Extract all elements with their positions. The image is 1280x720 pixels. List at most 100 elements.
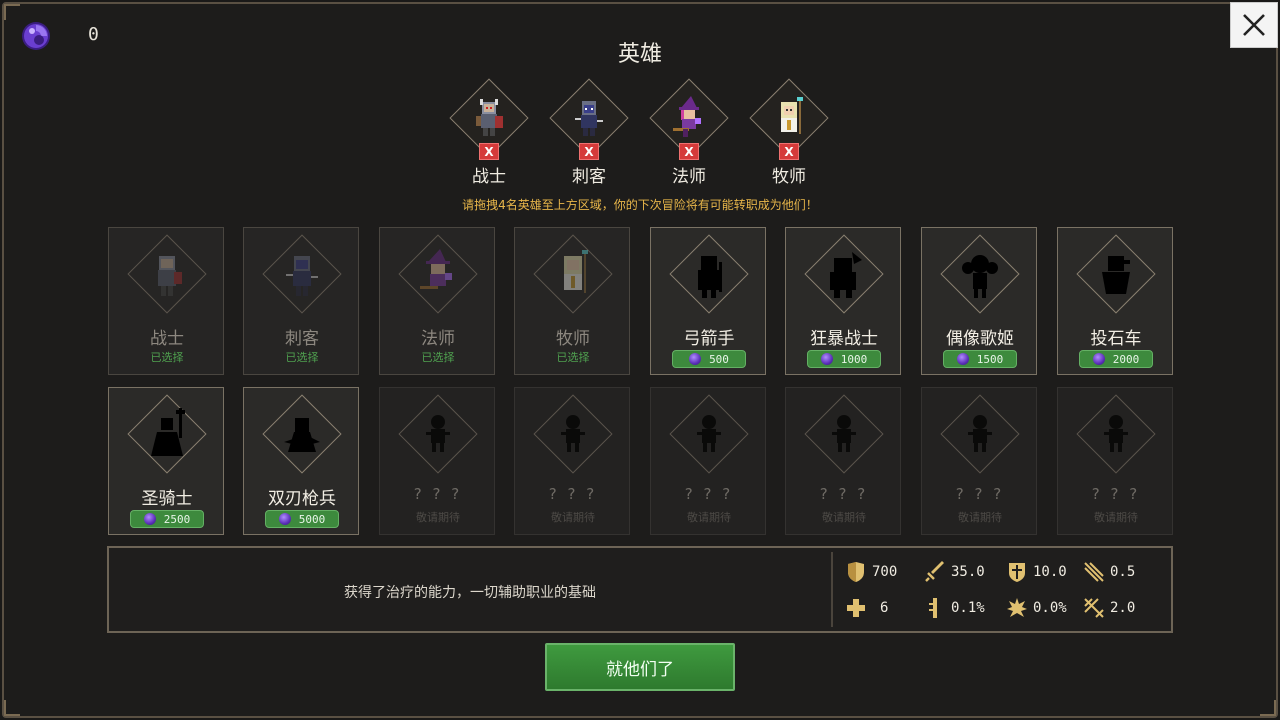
hero-status: 已选择 <box>285 351 319 364</box>
price-value: 500 <box>709 352 729 366</box>
dodge-icon <box>1007 598 1027 617</box>
close-icon <box>1243 14 1265 36</box>
priest-sprite-icon <box>781 97 803 134</box>
hero-card[interactable]: 战士 已选择 <box>108 227 224 375</box>
hero-silhouette-icon <box>830 252 862 298</box>
hero-name: ? ? ? <box>684 485 734 503</box>
hero-name: ? ? ? <box>413 485 463 503</box>
buy-button[interactable]: 1500 <box>943 350 1017 368</box>
stat-armor: 10.0 <box>1005 560 1067 584</box>
hero-name: 法师 <box>421 329 455 349</box>
remove-hero-button[interactable]: X <box>579 143 599 160</box>
hero-silhouette-icon <box>1102 256 1130 294</box>
hero-status: 已选择 <box>556 351 590 364</box>
price-value: 2500 <box>163 512 191 526</box>
hero-card[interactable]: 牧师 已选择 <box>514 227 630 375</box>
mage-sprite-icon <box>420 249 452 289</box>
purple-gem-icon <box>956 353 969 365</box>
hero-name: ? ? ? <box>1091 485 1141 503</box>
hero-name: 圣骑士 <box>141 489 193 509</box>
hero-status: 敬请期待 <box>687 511 731 524</box>
hero-name: 投石车 <box>1090 329 1142 349</box>
hero-name: ? ? ? <box>955 485 1005 503</box>
hero-name: ? ? ? <box>819 485 869 503</box>
buy-button[interactable]: 500 <box>672 350 746 368</box>
frame-corner <box>4 4 20 20</box>
hero-name: 狂暴战士 <box>810 329 878 349</box>
hero-card[interactable]: ? ? ? 敬请期待 <box>1057 387 1173 535</box>
price-value: 1500 <box>976 352 1004 366</box>
hero-card[interactable]: 狂暴战士 1000 <box>785 227 901 375</box>
price-value: 5000 <box>298 512 326 526</box>
hero-status: 已选择 <box>150 351 184 364</box>
hero-status: 敬请期待 <box>416 511 460 524</box>
purple-gem-icon <box>820 353 833 365</box>
hero-card[interactable]: ? ? ? 敬请期待 <box>650 387 766 535</box>
hero-silhouette-icon <box>151 408 185 456</box>
hero-name: 偶像歌姬 <box>946 329 1014 349</box>
hero-card[interactable]: 弓箭手 500 <box>650 227 766 375</box>
price-value: 1000 <box>840 352 868 366</box>
stat-value: 700 <box>872 564 898 580</box>
drag-hint-text: 请拖拽4名英雄至上方区域，你的下次冒险将有可能转职成为他们！ <box>462 198 818 212</box>
locked-hero-silhouette-icon <box>832 415 856 452</box>
stat-dodge: 0.0% <box>1005 596 1067 620</box>
hero-silhouette-icon <box>284 418 320 452</box>
hero-card[interactable]: 刺客 已选择 <box>243 227 359 375</box>
hero-info-panel: 获得了治疗的能力，一切辅助职业的基础 700 35.0 10.0 0.5 6 0… <box>107 546 1173 633</box>
buy-button[interactable]: 2000 <box>1079 350 1153 368</box>
hero-card[interactable]: ? ? ? 敬请期待 <box>921 387 1037 535</box>
info-divider <box>831 552 833 627</box>
attack-speed-icon <box>1084 562 1104 582</box>
hero-silhouette-icon <box>962 255 998 298</box>
remove-hero-button[interactable]: X <box>779 143 799 160</box>
hero-silhouette-icon <box>698 256 722 298</box>
hero-name: 刺客 <box>285 329 319 349</box>
stat-value: 35.0 <box>951 564 985 580</box>
hero-status: 敬请期待 <box>958 511 1002 524</box>
purple-gem-icon <box>1092 353 1105 365</box>
hero-card[interactable]: ? ? ? 敬请期待 <box>514 387 630 535</box>
hero-card[interactable]: 双刃枪兵 5000 <box>243 387 359 535</box>
hero-name: 牧师 <box>556 329 590 349</box>
buy-button[interactable]: 2500 <box>130 510 204 528</box>
purple-gem-icon <box>278 513 291 525</box>
hero-card[interactable]: ? ? ? 敬请期待 <box>379 387 495 535</box>
selected-slot-warrior[interactable]: X 战士 <box>449 78 529 190</box>
locked-hero-silhouette-icon <box>697 415 721 452</box>
warrior-sprite-icon <box>158 256 182 296</box>
selected-hero-name: 战士 <box>472 167 506 187</box>
purple-gem-icon <box>689 353 702 365</box>
frame-corner <box>1260 700 1276 716</box>
remove-hero-button[interactable]: X <box>479 143 499 160</box>
assassin-sprite-icon <box>286 256 318 296</box>
stat-value: 6 <box>880 600 889 616</box>
stat-value: 2.0 <box>1110 600 1136 616</box>
hero-name: 弓箭手 <box>683 329 735 349</box>
sword-icon <box>925 561 944 582</box>
locked-hero-silhouette-icon <box>968 415 992 452</box>
selected-slot-mage[interactable]: X 法师 <box>649 78 729 190</box>
stat-crit: 0.1% <box>923 596 985 620</box>
mage-sprite-icon <box>673 96 701 137</box>
hero-card[interactable]: 法师 已选择 <box>379 227 495 375</box>
hero-card[interactable]: 圣骑士 2500 <box>108 387 224 535</box>
hero-card[interactable]: 投石车 2000 <box>1057 227 1173 375</box>
stat-health: 700 <box>844 560 897 584</box>
purple-gem-icon <box>143 513 156 525</box>
buy-button[interactable]: 1000 <box>807 350 881 368</box>
selected-slot-assassin[interactable]: X 刺客 <box>549 78 629 190</box>
stat-attack-speed: 0.5 <box>1082 560 1135 584</box>
assassin-sprite-icon <box>575 101 603 136</box>
buy-button[interactable]: 5000 <box>265 510 339 528</box>
hero-name: 战士 <box>150 329 184 349</box>
hero-card[interactable]: ? ? ? 敬请期待 <box>785 387 901 535</box>
remove-hero-button[interactable]: X <box>679 143 699 160</box>
locked-hero-silhouette-icon <box>561 415 585 452</box>
hero-status: 敬请期待 <box>1094 511 1138 524</box>
confirm-button[interactable]: 就他们了 <box>545 643 735 691</box>
selected-hero-name: 刺客 <box>572 167 606 187</box>
selected-slot-priest[interactable]: X 牧师 <box>749 78 829 190</box>
shield-icon <box>848 562 864 582</box>
hero-card[interactable]: 偶像歌姬 1500 <box>921 227 1037 375</box>
